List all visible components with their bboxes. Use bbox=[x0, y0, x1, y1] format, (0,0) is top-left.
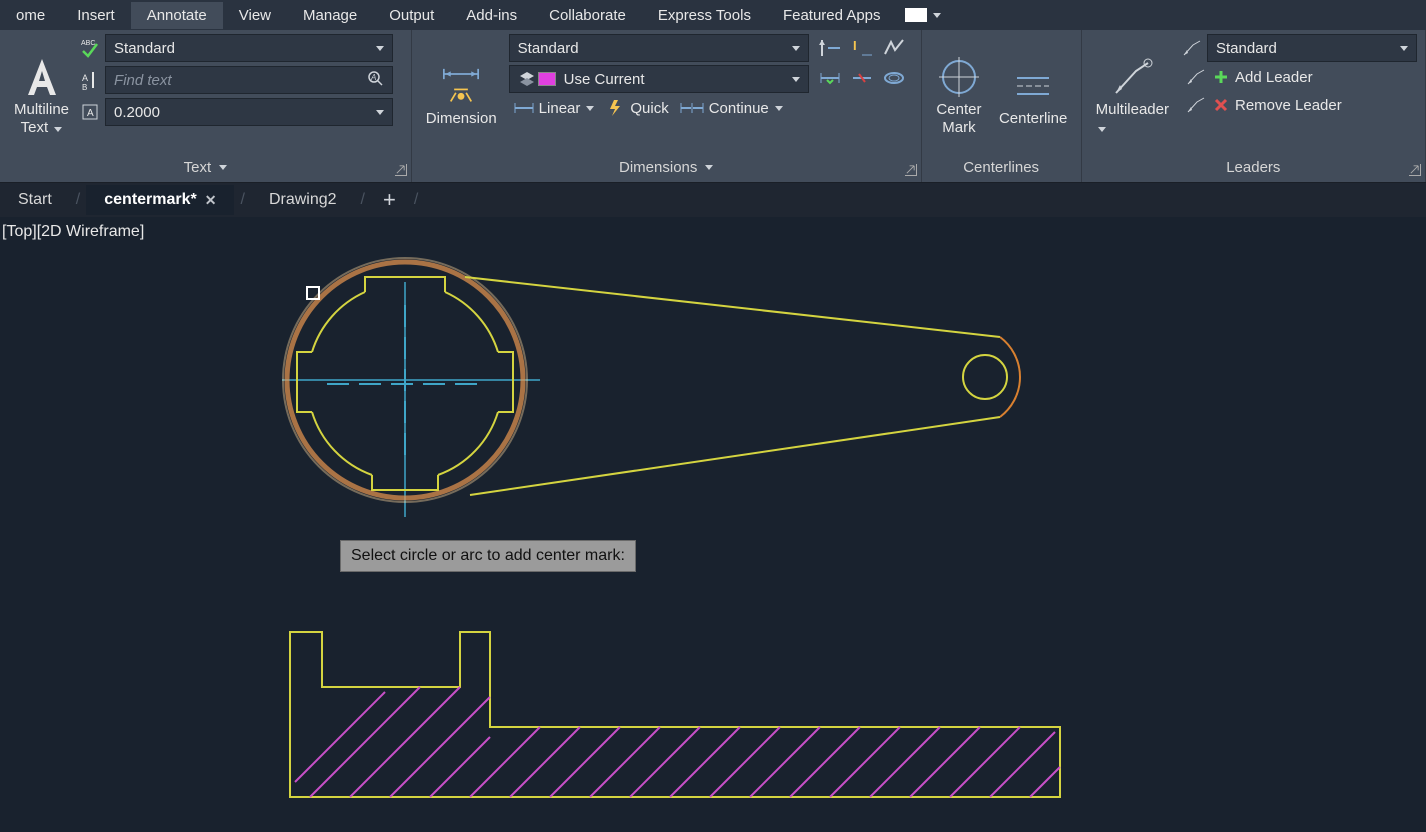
centerline-icon bbox=[1009, 62, 1057, 110]
dim-break-icon[interactable] bbox=[879, 34, 909, 62]
svg-text:A: A bbox=[87, 108, 94, 119]
x-icon bbox=[1213, 97, 1229, 113]
dim-quick-button[interactable]: Quick bbox=[600, 96, 672, 120]
multileader-label: Multileader bbox=[1096, 101, 1169, 137]
tab-separator: / bbox=[70, 191, 86, 209]
document-tabs: Start / centermark* ✕ / Drawing2 / + / bbox=[0, 183, 1426, 217]
dim-linear-button[interactable]: Linear bbox=[509, 96, 599, 120]
menu-bar: ome Insert Annotate View Manage Output A… bbox=[0, 0, 1426, 30]
multileader-icon bbox=[1108, 53, 1156, 101]
multiline-text-button[interactable]: Multiline Text bbox=[8, 34, 75, 155]
center-mark-button[interactable]: Center Mark bbox=[929, 34, 989, 155]
svg-text:A: A bbox=[82, 73, 88, 83]
panel-centerlines: Center Mark Centerline Centerlines bbox=[922, 30, 1082, 182]
dim-space-icon[interactable] bbox=[815, 64, 845, 92]
panel-text-title[interactable]: Text bbox=[0, 155, 411, 182]
dim-style-combo[interactable]: Standard bbox=[509, 34, 809, 62]
menu-annotate[interactable]: Annotate bbox=[131, 2, 223, 29]
check-abc-icon[interactable]: ABC bbox=[79, 37, 101, 59]
text-height-icon[interactable]: A bbox=[79, 101, 101, 123]
svg-text:ABC: ABC bbox=[81, 40, 95, 47]
drawing-content bbox=[0, 217, 1426, 832]
letter-a-icon bbox=[18, 53, 66, 101]
add-leader-button[interactable]: Add Leader bbox=[1181, 64, 1417, 90]
dim-reassoc-icon[interactable]: I bbox=[847, 34, 877, 62]
panel-expand-icon[interactable] bbox=[1409, 164, 1421, 176]
center-mark-icon bbox=[935, 53, 983, 101]
dim-oblique-icon[interactable] bbox=[879, 64, 909, 92]
command-tooltip: Select circle or arc to add center mark: bbox=[340, 540, 636, 572]
menu-express-tools[interactable]: Express Tools bbox=[642, 2, 767, 29]
find-search-icon: A bbox=[366, 69, 384, 91]
plus-icon bbox=[1213, 69, 1229, 85]
tab-start[interactable]: Start bbox=[0, 185, 70, 215]
menu-addins[interactable]: Add-ins bbox=[450, 2, 533, 29]
quick-dim-icon bbox=[604, 98, 626, 118]
text-cursor-icon[interactable]: AB bbox=[79, 69, 101, 91]
menu-home[interactable]: ome bbox=[0, 2, 61, 29]
leader-style-icon[interactable] bbox=[1181, 37, 1203, 59]
panel-leaders-title: Leaders bbox=[1082, 155, 1425, 182]
layers-icon bbox=[518, 70, 536, 88]
panel-centerlines-title: Centerlines bbox=[922, 155, 1081, 182]
menu-collaborate[interactable]: Collaborate bbox=[533, 2, 642, 29]
menu-insert[interactable]: Insert bbox=[61, 2, 131, 29]
tab-new-button[interactable]: + bbox=[371, 187, 408, 213]
tab-separator: / bbox=[408, 191, 424, 209]
svg-text:B: B bbox=[82, 83, 87, 91]
dim-layer-combo[interactable]: Use Current bbox=[509, 65, 809, 93]
menu-view[interactable]: View bbox=[223, 2, 287, 29]
multileader-button[interactable]: Multileader bbox=[1090, 34, 1175, 155]
remove-leader-button[interactable]: Remove Leader bbox=[1181, 92, 1417, 118]
multiline-text-label: Multiline Text bbox=[14, 101, 69, 137]
leader-style-combo[interactable]: Standard bbox=[1207, 34, 1417, 62]
text-style-combo[interactable]: Standard bbox=[105, 34, 393, 62]
centerline-label: Centerline bbox=[999, 110, 1067, 128]
ribbon: Multiline Text ABC Standard AB bbox=[0, 30, 1426, 183]
panel-dimensions: Dimension Standard Use Current bbox=[412, 30, 922, 182]
dim-update-icon[interactable] bbox=[815, 34, 845, 62]
tab-separator: / bbox=[234, 191, 250, 209]
panel-dimensions-title[interactable]: Dimensions bbox=[412, 155, 921, 182]
panel-expand-icon[interactable] bbox=[905, 164, 917, 176]
dim-jog-icon[interactable] bbox=[847, 64, 877, 92]
leader-remove-icon bbox=[1185, 94, 1207, 116]
dimension-icon bbox=[437, 62, 485, 110]
svg-text:A: A bbox=[370, 73, 376, 82]
text-height-combo[interactable]: 0.2000 bbox=[105, 98, 393, 126]
continue-dim-icon bbox=[679, 98, 705, 118]
tab-centermark[interactable]: centermark* ✕ bbox=[86, 185, 234, 215]
drawing-canvas[interactable]: [Top][2D Wireframe] bbox=[0, 217, 1426, 832]
dim-continue-button[interactable]: Continue bbox=[675, 96, 787, 120]
close-icon[interactable]: ✕ bbox=[205, 192, 217, 209]
panel-leaders: Multileader Standard Add Leader bbox=[1082, 30, 1426, 182]
tab-drawing2[interactable]: Drawing2 bbox=[251, 185, 355, 215]
dimension-label: Dimension bbox=[426, 110, 497, 128]
dimension-button[interactable]: Dimension bbox=[420, 34, 503, 155]
svg-text:I: I bbox=[853, 38, 857, 53]
leader-add-icon bbox=[1185, 66, 1207, 88]
menu-featured-apps[interactable]: Featured Apps bbox=[767, 2, 897, 29]
menu-output[interactable]: Output bbox=[373, 2, 450, 29]
center-mark-label: Center Mark bbox=[936, 101, 981, 137]
panel-expand-icon[interactable] bbox=[395, 164, 407, 176]
menu-extra[interactable] bbox=[897, 8, 949, 22]
find-text-input[interactable]: Find text A bbox=[105, 66, 393, 94]
centerline-button[interactable]: Centerline bbox=[993, 34, 1073, 155]
menu-manage[interactable]: Manage bbox=[287, 2, 373, 29]
tab-separator: / bbox=[355, 191, 371, 209]
view-label[interactable]: [Top][2D Wireframe] bbox=[2, 223, 144, 241]
linear-dim-icon bbox=[513, 98, 535, 118]
panel-text: Multiline Text ABC Standard AB bbox=[0, 30, 412, 182]
magenta-swatch bbox=[538, 72, 556, 86]
